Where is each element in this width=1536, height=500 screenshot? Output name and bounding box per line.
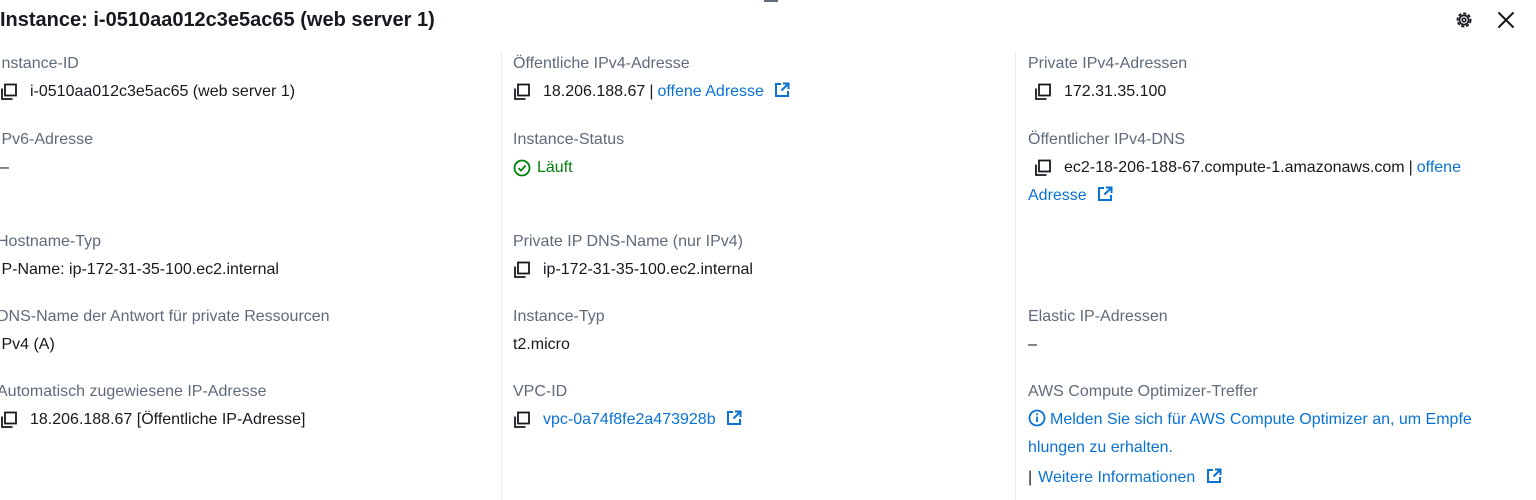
field-label: Öffentlicher IPv4-DNS [1028,131,1186,148]
separator: | [1408,159,1413,176]
info-icon [1028,409,1046,427]
field-value: t2.micro [513,336,570,353]
external-link-icon [1206,468,1222,483]
copy-icon[interactable] [0,408,20,432]
more-info-link[interactable]: Weitere Informationen [1038,466,1222,490]
vpc-id-link-text: vpc-0a74f8fe2a473928b [543,411,716,428]
field-value: 18.206.188.67 [Öffentliche IP-Adresse] [0,408,500,432]
more-info-link-text: Weitere Informationen [1038,469,1196,486]
optimizer-info-line1: Melden Sie sich für AWS Compute Optimize… [1050,411,1472,428]
field-value: ec2-18-206-188-67.compute-1.amazonaws.co… [1028,156,1528,180]
details-column-3: Private IPv4-Adressen 172.31.35.100 Öffe… [1028,52,1528,500]
field-value: 172.31.35.100 [1028,80,1528,104]
field-value: ip-172-31-35-100.ec2.internal [513,258,1013,282]
field-label: Hostname-Typ [0,233,102,250]
field-value: – [1028,336,1037,353]
separator: | [1028,469,1033,486]
copy-icon[interactable] [1034,156,1054,180]
page-title: Instance: i-0510aa012c3e5ac65 (web serve… [0,9,435,31]
panel-header: Instance: i-0510aa012c3e5ac65 (web serve… [0,6,1536,36]
field-instance-id: Instance-ID i-0510aa012c3e5ac65 (web ser… [0,52,500,104]
field-label: Private IPv4-Adressen [1028,55,1188,72]
instance-details-panel: Instance: i-0510aa012c3e5ac65 (web serve… [0,0,1536,500]
status-check-icon [513,159,531,177]
panel-resize-handle[interactable] [764,0,778,2]
field-value: i-0510aa012c3e5ac65 (web server 1) [0,80,500,104]
field-value: vpc-0a74f8fe2a473928b [513,408,1013,432]
field-value: | Weitere Informationen [1028,466,1528,490]
field-compute-optimizer: AWS Compute Optimizer-Treffer Melden Sie… [1028,380,1528,490]
field-elastic-ip: Elastic IP-Adressen – [1028,305,1528,357]
open-address-link-text: Adresse [1028,187,1087,204]
external-link-icon [775,82,790,97]
copy-icon[interactable] [1034,80,1054,104]
copy-icon[interactable] [513,80,533,104]
field-private-dns: Private IP DNS-Name (nur IPv4) ip-172-31… [513,230,1013,282]
external-link-icon [727,410,742,425]
field-public-ipv4: Öffentliche IPv4-Adresse 18.206.188.67 |… [513,52,1013,104]
copy-icon[interactable] [513,408,533,432]
settings-gear-icon[interactable] [1450,6,1478,34]
optimizer-info-line2: hlungen zu erhalten. [1028,439,1173,456]
field-public-dns: Öffentlicher IPv4-DNS ec2-18-206-188-67.… [1028,128,1528,208]
field-value-continued: Adresse [1028,184,1528,208]
open-address-link[interactable]: Adresse [1028,184,1113,208]
separator: | [649,83,654,100]
optimizer-info-link[interactable]: Melden Sie sich für AWS Compute Optimize… [1028,406,1528,462]
field-label: Instance-Status [513,131,625,148]
copy-icon[interactable] [513,258,533,282]
column-divider [1015,52,1016,500]
field-instance-status: Instance-Status Läuft [513,128,1013,180]
field-vpc-id: VPC-ID vpc-0a74f8fe2a473928b [513,380,1013,432]
field-instance-type: Instance-Typ t2.micro [513,305,1013,357]
field-label: AWS Compute Optimizer-Treffer [1028,383,1258,400]
details-column-2: Öffentliche IPv4-Adresse 18.206.188.67 |… [513,52,1013,500]
private-dns-value: ip-172-31-35-100.ec2.internal [543,261,753,278]
public-dns-value: ec2-18-206-188-67.compute-1.amazonaws.co… [1064,159,1405,176]
vpc-id-link[interactable]: vpc-0a74f8fe2a473928b [543,408,742,432]
field-ipv6: IPv6-Adresse – [0,128,500,180]
details-column-1: Instance-ID i-0510aa012c3e5ac65 (web ser… [0,52,500,500]
public-ipv4-value: 18.206.188.67 [543,83,646,100]
open-address-link[interactable]: offene [1417,156,1461,180]
external-link-icon [1098,186,1113,201]
field-dns-answer: DNS-Name der Antwort für private Ressour… [0,305,500,357]
open-address-link-text: offene Adresse [657,83,764,100]
field-label: Instance-ID [0,55,79,72]
auto-ip-value: 18.206.188.67 [Öffentliche IP-Adresse] [30,411,306,428]
field-value: IPv4 (A) [0,336,55,353]
field-label: Automatisch zugewiesene IP-Adresse [0,383,267,400]
field-auto-ip: Automatisch zugewiesene IP-Adresse 18.20… [0,380,500,432]
close-icon[interactable] [1492,6,1520,34]
field-value: IP-Name: ip-172-31-35-100.ec2.internal [0,261,279,278]
private-ipv4-value: 172.31.35.100 [1064,83,1167,100]
field-private-ipv4: Private IPv4-Adressen 172.31.35.100 [1028,52,1528,104]
field-label: VPC-ID [513,383,568,400]
field-hostname-type: Hostname-Typ IP-Name: ip-172-31-35-100.e… [0,230,500,282]
field-label: IPv6-Adresse [0,131,94,148]
field-label: Elastic IP-Adressen [1028,308,1168,325]
instance-id-value: i-0510aa012c3e5ac65 (web server 1) [30,83,296,100]
field-value: – [0,159,9,176]
field-label: DNS-Name der Antwort für private Ressour… [0,308,330,325]
field-label: Private IP DNS-Name (nur IPv4) [513,233,743,250]
field-label: Öffentliche IPv4-Adresse [513,55,690,72]
open-address-link[interactable]: offene Adresse [657,80,790,104]
field-label: Instance-Typ [513,308,605,325]
status-badge: Läuft [513,156,1013,180]
copy-icon[interactable] [0,80,20,104]
field-value: 18.206.188.67 | offene Adresse [513,80,1013,104]
column-divider [501,52,502,500]
status-text: Läuft [537,159,573,176]
